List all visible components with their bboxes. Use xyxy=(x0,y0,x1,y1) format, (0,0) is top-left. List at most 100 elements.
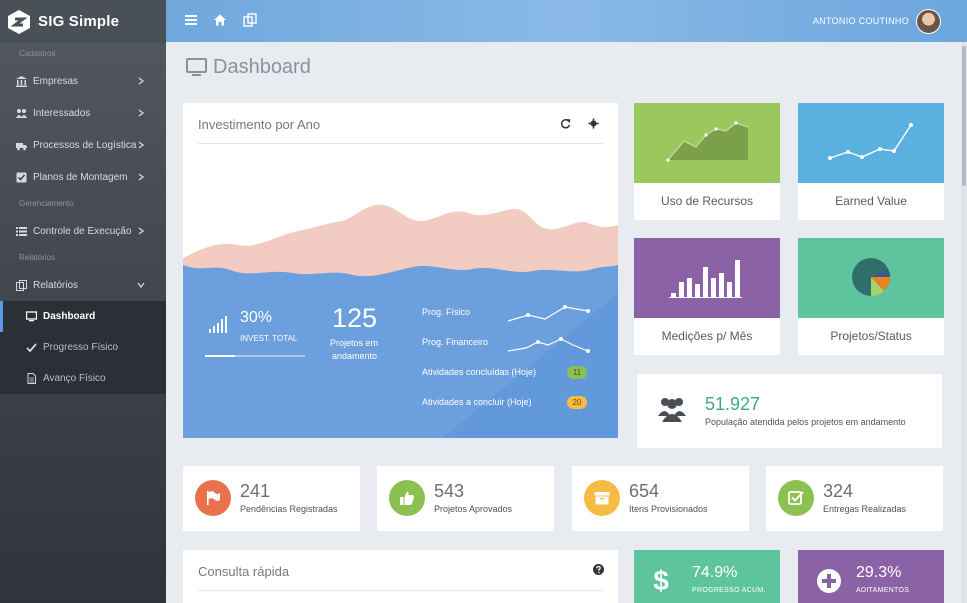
sidebar-item-label: Empresas xyxy=(33,75,79,87)
card-title: Investimento por Ano xyxy=(198,117,321,132)
stat-label: Projetos Aprovados xyxy=(434,504,513,514)
sidebar-submenu: Dashboard Progresso Físico Avanço Físico xyxy=(0,301,166,394)
monitor-icon xyxy=(186,58,207,76)
check-icon xyxy=(26,342,37,353)
sidebar-item-label: Dashboard xyxy=(43,311,96,322)
stat-label: Itens Provisionados xyxy=(629,504,708,514)
stat-value: 543 xyxy=(434,481,465,501)
home-icon[interactable] xyxy=(213,13,227,27)
monitor-icon xyxy=(26,311,37,322)
scrollbar-thumb[interactable] xyxy=(962,46,966,186)
sidebar-item-planos[interactable]: Planos de Montagem xyxy=(0,161,166,193)
investment-card: Investimento por Ano 30% INVEST. TOTAL 1… xyxy=(183,103,618,438)
tile-medicoes[interactable]: Medições p/ Mês xyxy=(634,238,780,355)
line-chart-icon xyxy=(828,123,913,160)
divider xyxy=(198,590,603,591)
chevron-down-icon xyxy=(137,282,145,289)
stat-entregas[interactable]: 324 Entregas Realizadas xyxy=(766,466,943,531)
divider xyxy=(198,143,603,144)
page-title-text: Dashboard xyxy=(213,56,311,78)
kpi-label: ADITAMENTOS xyxy=(856,587,910,594)
stat-value: 324 xyxy=(823,481,854,501)
tile-earned-value[interactable]: Earned Value xyxy=(798,103,944,220)
svg-text:$: $ xyxy=(653,566,669,596)
topbar: ANTONIO COUTINHO xyxy=(166,0,967,42)
stat-aprovados[interactable]: 543 Projetos Aprovados xyxy=(377,466,554,531)
users-icon xyxy=(658,398,686,422)
copy-icon[interactable] xyxy=(243,13,257,27)
stat-value: 654 xyxy=(629,481,660,501)
check-square-icon xyxy=(778,480,814,516)
card-title: Consulta rápida xyxy=(198,564,290,579)
sidebar-item-interessados[interactable]: Interessados xyxy=(0,97,166,129)
avatar[interactable] xyxy=(916,9,941,34)
sidebar-item-controle[interactable]: Controle de Execução xyxy=(0,215,166,247)
kpi-aditamentos[interactable]: 29.3% ADITAMENTOS xyxy=(798,550,944,603)
sidebar-item-label: Processos de Logística xyxy=(33,139,137,151)
stat-label: Entregas Realizadas xyxy=(823,504,907,514)
logo-icon xyxy=(8,9,30,34)
help-icon[interactable] xyxy=(593,564,604,575)
tile-uso-recursos[interactable]: Uso de Recursos xyxy=(634,103,780,220)
dollar-icon: $ xyxy=(653,566,669,596)
stat-label: Pendências Registradas xyxy=(240,504,338,514)
refresh-icon[interactable] xyxy=(560,118,571,129)
app: SIG Simple Cadastros Empresas Interessad… xyxy=(0,0,967,603)
menu-icon[interactable] xyxy=(184,13,198,27)
prog-financeiro-label: Prog. Financeiro xyxy=(422,337,489,347)
population-label: População atendida pelos projetos em and… xyxy=(705,417,906,427)
chevron-right-icon xyxy=(138,77,145,85)
tile-label: Uso de Recursos xyxy=(660,194,754,208)
sidebar-item-label: Progresso Físico xyxy=(43,342,119,353)
activities-todo-badge: 20 xyxy=(567,396,587,409)
tile-projetos-status[interactable]: Projetos/Status xyxy=(798,238,944,355)
plus-circle-icon xyxy=(817,569,841,593)
chevron-right-icon xyxy=(138,141,145,149)
tile-label: Projetos/Status xyxy=(830,329,912,343)
sidebar-item-empresas[interactable]: Empresas xyxy=(0,65,166,97)
bar-chart-icon xyxy=(669,260,742,298)
invest-progress-fill xyxy=(205,355,235,357)
projects-label: Projetos em xyxy=(330,338,379,348)
sidebar-item-label: Controle de Execução xyxy=(33,225,132,237)
activities-done-badge: 11 xyxy=(567,366,587,379)
projects-label: andamento xyxy=(332,351,378,361)
sidebar-section-gerenciamento: Gerenciamento xyxy=(19,199,74,208)
population-value: 51.927 xyxy=(705,394,761,414)
chevron-right-icon xyxy=(138,109,145,117)
sidebar: SIG Simple Cadastros Empresas Interessad… xyxy=(0,0,166,603)
page-title: Dashboard xyxy=(186,56,311,79)
sidebar-item-label: Planos de Montagem xyxy=(33,171,128,183)
tile-label: Earned Value xyxy=(835,194,907,208)
invest-total-pct: 30% xyxy=(240,309,273,326)
thumbs-up-icon xyxy=(389,480,425,516)
sidebar-section-cadastros: Cadastros xyxy=(19,49,56,58)
gear-icon[interactable] xyxy=(588,118,599,129)
scrollbar[interactable] xyxy=(961,42,967,603)
invest-total-label: INVEST. TOTAL xyxy=(240,334,298,343)
sidebar-item-label: Interessados xyxy=(33,107,91,119)
archive-icon xyxy=(584,480,620,516)
stat-provisionados[interactable]: 654 Itens Provisionados xyxy=(572,466,749,531)
stat-value: 241 xyxy=(240,481,271,501)
pie-chart-icon xyxy=(852,258,891,297)
copy-icon xyxy=(16,279,27,291)
sidebar-item-avanco-fisico[interactable]: Avanço Físico xyxy=(0,363,166,394)
sidebar-item-dashboard[interactable]: Dashboard xyxy=(0,301,166,332)
kpi-progresso[interactable]: $ 74.9% PROGRESSO ACUM. xyxy=(634,550,780,603)
kpi-value: 29.3% xyxy=(856,564,902,581)
user-name[interactable]: ANTONIO COUTINHO xyxy=(813,16,909,26)
sidebar-item-label: Avanço Físico xyxy=(43,373,106,384)
truck-icon xyxy=(16,140,27,151)
brand[interactable]: SIG Simple xyxy=(0,0,166,43)
brand-name: SIG Simple xyxy=(38,13,120,30)
sidebar-item-processos[interactable]: Processos de Logística xyxy=(0,129,166,161)
stat-pendencias[interactable]: 241 Pendências Registradas xyxy=(183,466,360,531)
chevron-right-icon xyxy=(138,173,145,181)
tile-label: Medições p/ Mês xyxy=(661,329,753,343)
kpi-label: PROGRESSO ACUM. xyxy=(692,587,766,594)
projects-count: 125 xyxy=(332,303,378,333)
sidebar-item-progresso-fisico[interactable]: Progresso Físico xyxy=(0,332,166,363)
sidebar-item-relatorios[interactable]: Relatórios xyxy=(0,269,166,301)
activities-done-label: Atividades concluídas (Hoje) xyxy=(422,367,537,377)
